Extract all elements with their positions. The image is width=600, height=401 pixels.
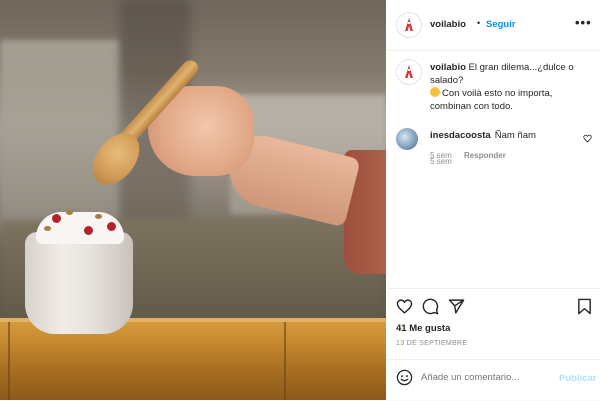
post-date[interactable]: 13 DE SEPTIEMBRE — [396, 340, 467, 347]
ceramic-cup — [25, 232, 133, 334]
commenter-username[interactable]: inesdacoosta — [430, 130, 491, 141]
heart-icon[interactable] — [396, 298, 413, 315]
tile-joint — [284, 322, 286, 400]
berry — [52, 214, 61, 223]
comment-body: Ñam ñam — [494, 130, 536, 141]
comment-item: inesdacoosta Ñam ñam 5 sem Responder — [387, 125, 600, 165]
caption-line-2: Con voilà esto no importa, combinan con … — [430, 88, 553, 112]
add-comment-bar: Publicar — [387, 359, 600, 401]
post-header: voilabio • Seguir ••• — [387, 0, 600, 51]
follow-button[interactable]: Seguir — [486, 19, 516, 30]
comment-input[interactable] — [421, 372, 551, 383]
publish-button[interactable]: Publicar — [559, 373, 597, 384]
comment-icon[interactable] — [422, 298, 439, 315]
caption-text: voilabio El gran dilema...¿dulce o salad… — [430, 61, 595, 113]
tile-joint — [8, 322, 10, 400]
comment-heart-icon[interactable] — [583, 134, 592, 143]
post-author-username[interactable]: voilabio — [430, 19, 466, 30]
smiley-icon[interactable] — [396, 369, 413, 386]
granola — [95, 214, 102, 219]
commenter-avatar[interactable] — [396, 128, 418, 150]
separator-dot: • — [477, 18, 481, 28]
berry — [107, 222, 116, 231]
comment-text: inesdacoosta Ñam ñam — [430, 130, 536, 141]
caption-username[interactable]: voilabio — [430, 62, 466, 73]
smirk-emoji-icon — [430, 87, 440, 97]
comment-timestamp[interactable]: 5 sem — [430, 151, 452, 160]
send-icon[interactable] — [448, 298, 465, 315]
berry — [84, 226, 93, 235]
reply-button[interactable]: Responder — [464, 151, 506, 160]
more-options-icon[interactable]: ••• — [575, 15, 592, 30]
post-photo[interactable] — [0, 0, 386, 400]
voila-logo-icon[interactable] — [396, 12, 422, 38]
background-building — [0, 40, 120, 230]
voila-logo-icon[interactable] — [396, 59, 422, 85]
bookmark-icon[interactable] — [577, 298, 592, 315]
instagram-post: voilabio • Seguir ••• voilabio El gran d… — [0, 0, 600, 400]
comment-meta: 5 sem Responder — [430, 151, 516, 160]
post-side-panel: voilabio • Seguir ••• voilabio El gran d… — [387, 0, 600, 400]
likes-count[interactable]: 41 Me gusta — [396, 323, 450, 334]
granola — [44, 226, 51, 231]
granola — [66, 210, 73, 215]
